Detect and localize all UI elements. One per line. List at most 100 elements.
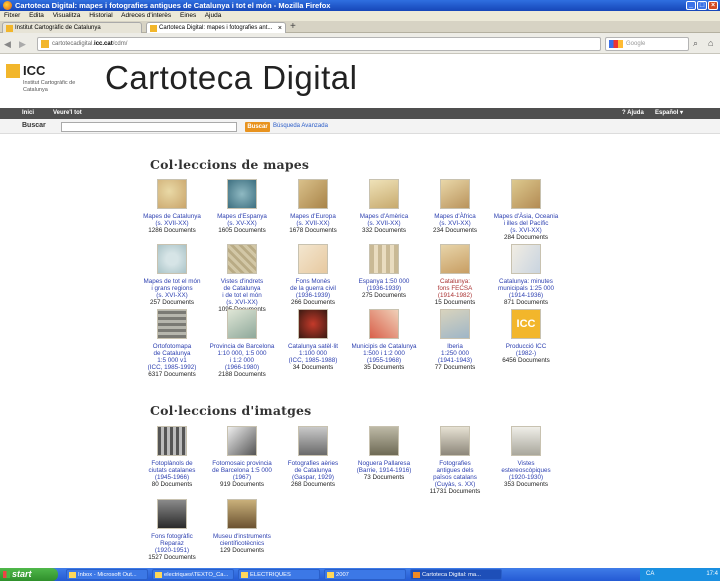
map-collection-thumbnail[interactable] xyxy=(227,244,257,274)
tab-cartoteca[interactable]: Cartoteca Digital: mapes i fotografies a… xyxy=(146,22,286,33)
collection-label-line: (1945-1966) xyxy=(154,474,190,481)
new-tab-icon[interactable]: + xyxy=(290,22,296,32)
map-collection-link[interactable]: Municipis de Catalunya 1:500 i 1:2 000 (19… xyxy=(344,343,424,364)
map-collection-thumbnail[interactable] xyxy=(369,309,399,339)
home-icon[interactable]: ⌂ xyxy=(708,38,713,48)
map-collection-thumbnail[interactable] xyxy=(511,179,541,209)
tab-close-icon[interactable]: × xyxy=(278,23,282,33)
collection-label-line: 1:250 000 xyxy=(440,350,469,357)
menu-historial[interactable]: Historial xyxy=(89,12,112,19)
menu-visualitza[interactable]: Visualitza xyxy=(53,12,81,19)
map-collection-count: 1678 Documents xyxy=(289,227,337,234)
image-collection-thumbnail[interactable] xyxy=(440,426,470,456)
image-collection-link[interactable]: Fotomosaic provincia de Barcelona 1:5 000… xyxy=(202,460,282,481)
map-collection-link[interactable]: Catalunya: minutes municipals 1:25 000 (19… xyxy=(486,278,566,299)
taskbar-outlook[interactable]: Inbox - Microsoft Out... xyxy=(66,569,148,580)
menu-adreces[interactable]: Adreces d'interès xyxy=(121,12,171,19)
search-icon[interactable]: ⌕ xyxy=(693,38,698,49)
image-collection-link[interactable]: Museu d'instruments científicotècnics xyxy=(202,533,282,547)
map-collection-thumbnail[interactable] xyxy=(511,244,541,274)
map-collection-link[interactable]: Mapes d'Europa (s. XVII-XX) xyxy=(273,213,353,227)
menu-edita[interactable]: Edita xyxy=(29,12,44,19)
taskbar-folder-2007[interactable]: 2007 xyxy=(324,569,406,580)
image-collection-link[interactable]: Noguera Pallaresa (Barrie, 1914-1916) xyxy=(344,460,424,474)
map-collection-link[interactable]: Producció ICC (1982-) xyxy=(486,343,566,357)
language-select[interactable]: Español ▾ xyxy=(655,108,683,119)
map-collection-thumbnail[interactable]: ICC xyxy=(511,309,541,339)
image-collection-thumbnail[interactable] xyxy=(369,426,399,456)
map-collection-link[interactable]: Catalunya: fons FECSA (1914-1982) xyxy=(415,278,495,299)
map-collection-thumbnail[interactable] xyxy=(157,309,187,339)
taskbar-label: electriques\TEXTO_Ca... xyxy=(164,572,229,578)
taskbar-word[interactable]: electriques\TEXTO_Ca... xyxy=(152,569,234,580)
map-collection-link[interactable]: Mapes de tot el món i grans regions (s. XV… xyxy=(132,278,212,299)
map-collection-thumbnail[interactable] xyxy=(227,309,257,339)
search-input[interactable] xyxy=(61,122,237,132)
map-collection-link[interactable]: Vistes d'indrets de Catalunya i de tot el … xyxy=(202,278,282,306)
image-collection-thumbnail[interactable] xyxy=(227,499,257,529)
map-collection-link[interactable]: Mapes de Catalunya (s. XVII-XX) xyxy=(132,213,212,227)
image-collection-thumbnail[interactable] xyxy=(157,499,187,529)
map-collection-thumbnail[interactable] xyxy=(157,179,187,209)
collection-label-line: Producció ICC xyxy=(505,343,547,350)
nav-ajuda[interactable]: ? Ajuda xyxy=(622,108,644,119)
map-collection-link[interactable]: Mapes d'Àsia, Oceania i illes del Pacífic… xyxy=(486,213,566,234)
image-collection-count: 268 Documents xyxy=(290,481,336,488)
image-collection-link[interactable]: Vistes estereoscòpiques (1920-1930) xyxy=(486,460,566,481)
map-collection-link[interactable]: Mapes d'Espanya (s. XV-XX) xyxy=(202,213,282,227)
maximize-button[interactable]: □ xyxy=(697,1,707,10)
nav-veure-tot[interactable]: Veure'l tot xyxy=(53,108,82,119)
collection-label-line: (1936-1939) xyxy=(366,285,402,292)
map-collection-thumbnail[interactable] xyxy=(440,309,470,339)
collection-label-line: (1967) xyxy=(232,474,252,481)
image-collection-thumbnail[interactable] xyxy=(511,426,541,456)
close-button[interactable]: × xyxy=(708,1,718,10)
word-icon xyxy=(155,572,162,578)
menu-fitxer[interactable]: Fitxer xyxy=(4,12,20,19)
map-collection-thumbnail[interactable] xyxy=(440,244,470,274)
forward-icon[interactable]: ▶ xyxy=(19,39,26,50)
collection-label-line: Fotografies xyxy=(439,460,471,467)
map-collection-thumbnail[interactable] xyxy=(298,179,328,209)
image-collection-link[interactable]: Fotografies antigues dels països catalans(… xyxy=(415,460,495,488)
image-collection-link[interactable]: Fotoplànols de ciutats catalanes (1945-196… xyxy=(132,460,212,481)
menu-ajuda[interactable]: Ajuda xyxy=(205,12,222,19)
image-collection-link[interactable]: Fons fotogràfic Reparaz (1920-1951) xyxy=(132,533,212,554)
site-search: Buscar Buscar Búsqueda Avanzada xyxy=(0,119,720,134)
map-collection-link[interactable]: Provincia de Barcelona 1:10 000, 1:5 000 i… xyxy=(202,343,282,371)
map-collection-thumbnail[interactable] xyxy=(298,244,328,274)
map-collection-thumbnail[interactable] xyxy=(157,244,187,274)
map-collection-link[interactable]: Espanya 1:50 000 (1936-1939) xyxy=(344,278,424,292)
map-collection-link[interactable]: Catalunya satèl·lit 1:100 000 (ICC, 1985-1… xyxy=(273,343,353,364)
image-collection-thumbnail[interactable] xyxy=(298,426,328,456)
map-collection-count: 275 Documents xyxy=(361,292,407,299)
nav-inici[interactable]: Inici xyxy=(22,108,34,119)
menu-eines[interactable]: Eines xyxy=(180,12,196,19)
start-button[interactable]: start xyxy=(0,568,58,581)
map-collection-link[interactable]: Ortofotomapa de Catalunya 1:5 000 v1 (ICC, … xyxy=(132,343,212,371)
tray-language[interactable]: CA xyxy=(646,571,654,577)
map-collection-thumbnail[interactable] xyxy=(298,309,328,339)
map-collection-thumbnail[interactable] xyxy=(227,179,257,209)
map-collection-thumbnail[interactable] xyxy=(369,244,399,274)
map-collection-link[interactable]: Mapes d'Amèrica (s. XVII-XX) xyxy=(344,213,424,227)
map-collection-thumbnail[interactable] xyxy=(440,179,470,209)
image-collection-thumbnail[interactable] xyxy=(157,426,187,456)
tab-icc[interactable]: Institut Cartogràfic de Catalunya xyxy=(2,22,142,33)
taskbar-folder-electriques[interactable]: ELECTRIQUES xyxy=(238,569,320,580)
advanced-search-link[interactable]: Búsqueda Avanzada xyxy=(273,123,328,129)
search-engine-box[interactable]: Google xyxy=(605,37,689,51)
image-collection-link[interactable]: Fotografies aèries de Catalunya (Gaspar, 1… xyxy=(273,460,353,481)
search-button[interactable]: Buscar xyxy=(245,122,270,132)
taskbar-firefox[interactable]: Cartoteca Digital: ma... xyxy=(410,569,502,580)
back-icon[interactable]: ◀ xyxy=(4,39,11,50)
map-collection-link[interactable]: Iberia 1:250 000 (1941-1943) xyxy=(415,343,495,364)
taskbar-label: ELECTRIQUES xyxy=(250,572,291,578)
image-collection-thumbnail[interactable] xyxy=(227,426,257,456)
map-collection-thumbnail[interactable] xyxy=(369,179,399,209)
icc-logo[interactable]: ICC Institut Cartogràfic de Catalunya xyxy=(6,64,75,100)
map-collection-link[interactable]: Fons Monès de la guerra civil (1936-1939) xyxy=(273,278,353,299)
minimize-button[interactable]: _ xyxy=(686,1,696,10)
map-collection-link[interactable]: Mapes d'Àfrica (s. XVI-XX) xyxy=(415,213,495,227)
url-bar[interactable]: cartotecadigital.icc.cat/cdm/ ☆ ▾ C xyxy=(37,37,626,51)
